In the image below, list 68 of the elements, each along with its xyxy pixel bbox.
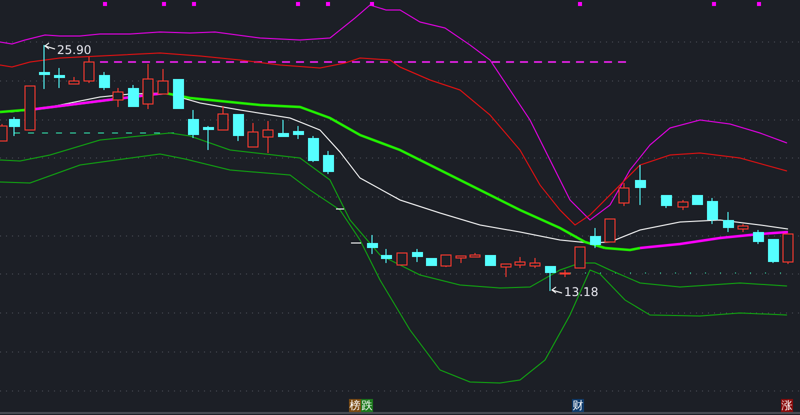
candlestick <box>545 266 556 292</box>
candlestick <box>54 68 65 88</box>
candlestick <box>692 194 703 206</box>
candlestick <box>99 72 110 90</box>
event-tag[interactable]: 财 <box>572 399 584 412</box>
candlestick <box>426 258 437 266</box>
event-tag[interactable]: 跌 <box>361 399 373 412</box>
candlestick <box>723 212 734 232</box>
arrow-icon <box>44 42 56 50</box>
candlestick <box>500 264 512 278</box>
candlestick <box>412 248 423 262</box>
candlestick <box>661 194 672 208</box>
price-tick <box>350 242 362 244</box>
candlestick <box>142 64 154 110</box>
signal-marker <box>296 2 300 6</box>
candlestick <box>560 270 570 278</box>
candlestick <box>753 230 764 244</box>
candlestick <box>470 252 480 258</box>
signal-marker <box>712 2 716 6</box>
candlestick <box>323 150 334 174</box>
candlestick <box>738 224 748 232</box>
candlestick <box>293 126 304 140</box>
price-label: 25.90 <box>57 43 92 57</box>
candlestick <box>248 122 258 148</box>
event-tag[interactable]: 涨 <box>781 399 793 412</box>
candlestick <box>39 44 50 90</box>
candlestick <box>574 246 586 268</box>
arrow-icon <box>551 286 562 294</box>
price-tick <box>336 208 344 210</box>
signal-marker <box>103 2 107 6</box>
candlestick <box>440 254 452 268</box>
candlestick <box>203 126 214 150</box>
candlestick <box>308 136 319 162</box>
candlestick <box>590 228 601 248</box>
signal-marker <box>370 2 374 6</box>
candlestick <box>68 76 80 84</box>
candlestick <box>782 234 794 264</box>
candlestick <box>768 238 779 264</box>
signal-marker <box>578 2 582 6</box>
signal-marker <box>757 2 761 6</box>
event-tag[interactable]: 榜 <box>349 399 361 412</box>
candlestick <box>514 256 526 268</box>
candlestick <box>485 254 496 266</box>
candlestick <box>618 182 630 206</box>
candlestick <box>9 116 20 136</box>
candlestick <box>112 88 124 108</box>
signal-marker <box>162 2 166 6</box>
candlestick <box>278 120 289 138</box>
candlestick <box>635 164 646 206</box>
candlestick <box>604 218 616 242</box>
candlestick <box>173 78 184 110</box>
signal-marker <box>326 2 330 6</box>
candlestick <box>381 248 392 264</box>
candlestick <box>456 256 466 264</box>
candlestick <box>84 56 94 84</box>
candlestick <box>128 84 139 108</box>
candlestick <box>262 120 274 154</box>
candlestick <box>367 234 378 254</box>
candlestick <box>707 198 718 224</box>
candlestick <box>158 68 168 94</box>
signal-marker <box>192 2 196 6</box>
candlestick <box>396 252 408 266</box>
candlestick <box>233 114 244 142</box>
candlestick <box>218 106 228 130</box>
candlestick <box>24 86 36 130</box>
candlestick <box>530 258 540 268</box>
candlestick <box>678 200 688 210</box>
candlestick <box>188 110 199 138</box>
